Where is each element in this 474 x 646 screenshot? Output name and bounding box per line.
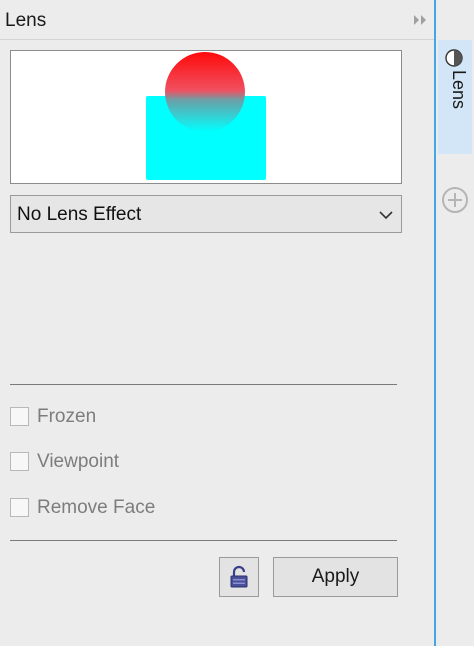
apply-button[interactable]: Apply [273,557,398,597]
docker-tab-strip: Lens [434,0,474,646]
lock-toggle-button[interactable] [219,557,259,597]
viewpoint-option[interactable]: Viewpoint [10,450,310,474]
frozen-checkbox[interactable] [10,407,29,426]
separator [10,540,397,541]
chevron-down-icon [379,208,393,220]
remove-face-checkbox[interactable] [10,498,29,517]
remove-face-label: Remove Face [37,497,156,518]
tab-lens[interactable]: Lens [438,40,472,154]
viewpoint-label: Viewpoint [37,451,120,472]
lens-docker: Lens No Lens Effect Frozen Viewpoint Rem… [0,0,474,646]
frozen-label: Frozen [37,406,97,427]
lens-preview-canvas [146,52,266,180]
red-circle [165,52,245,132]
double-chevron-right-icon[interactable] [412,12,430,28]
frozen-option[interactable]: Frozen [10,405,310,429]
docker-title: Lens [5,10,47,31]
remove-face-option[interactable]: Remove Face [10,496,310,520]
unlock-icon [230,565,248,588]
tab-lens-label: Lens [449,70,469,110]
lens-preview [10,50,402,184]
add-tab-icon[interactable] [441,186,469,219]
separator [10,384,397,385]
lens-effect-dropdown[interactable]: No Lens Effect [10,195,402,233]
docker-title-bar: Lens [0,0,434,40]
viewpoint-checkbox[interactable] [10,452,29,471]
lens-effect-selected: No Lens Effect [17,204,142,225]
